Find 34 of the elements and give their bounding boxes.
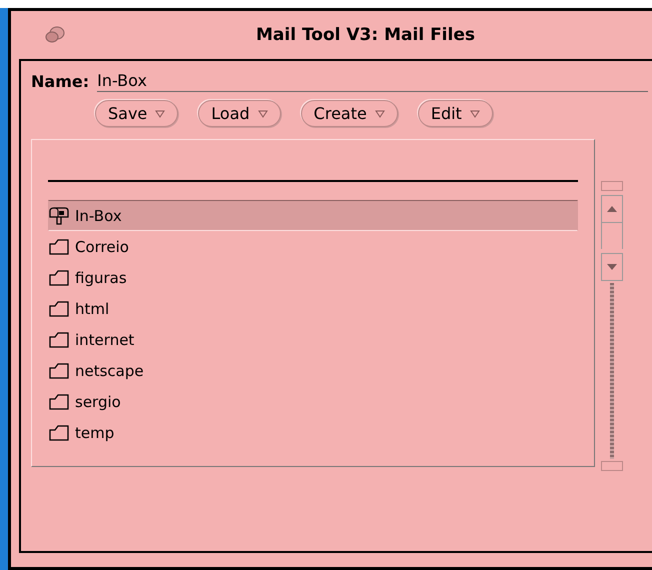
window-menu-icon[interactable]: [44, 25, 66, 45]
file-row[interactable]: netscape: [48, 355, 578, 386]
menu-button[interactable]: Create: [300, 100, 398, 127]
up-arrow-icon[interactable]: [606, 205, 618, 213]
down-arrow-icon[interactable]: [606, 263, 618, 271]
mailbox-icon: [49, 206, 69, 224]
file-row[interactable]: sergio: [48, 386, 578, 417]
caret-icon: [155, 110, 166, 118]
menu-button[interactable]: Load: [198, 100, 281, 127]
file-row[interactable]: temp: [48, 417, 578, 448]
file-row[interactable]: Correio: [48, 231, 578, 262]
folder-icon: [49, 394, 69, 410]
folder-icon: [49, 270, 69, 286]
name-label: Name:: [31, 72, 90, 91]
folder-icon: [49, 424, 69, 440]
window-title: Mail Tool V3: Mail Files: [255, 25, 476, 45]
caret-icon: [258, 110, 268, 118]
file-row[interactable]: figuras: [48, 262, 578, 293]
menu-button[interactable]: Save: [95, 100, 178, 127]
caret-icon: [374, 110, 385, 118]
folder-icon: [49, 300, 69, 316]
folder-icon: [49, 332, 69, 348]
folder-icon: [49, 238, 69, 254]
name-field[interactable]: In-Box: [97, 71, 648, 92]
scrollbar-cap[interactable]: [601, 181, 623, 191]
file-row[interactable]: html: [48, 293, 578, 324]
scroll-thumb[interactable]: [601, 223, 623, 249]
file-row[interactable]: internet: [48, 324, 578, 355]
menu-button[interactable]: Edit: [418, 100, 493, 127]
caret-icon: [470, 110, 480, 118]
file-row[interactable]: In-Box: [48, 200, 578, 231]
scrollbar-cap[interactable]: [601, 461, 623, 471]
scrollbar[interactable]: [601, 181, 623, 471]
folder-icon: [49, 362, 69, 378]
